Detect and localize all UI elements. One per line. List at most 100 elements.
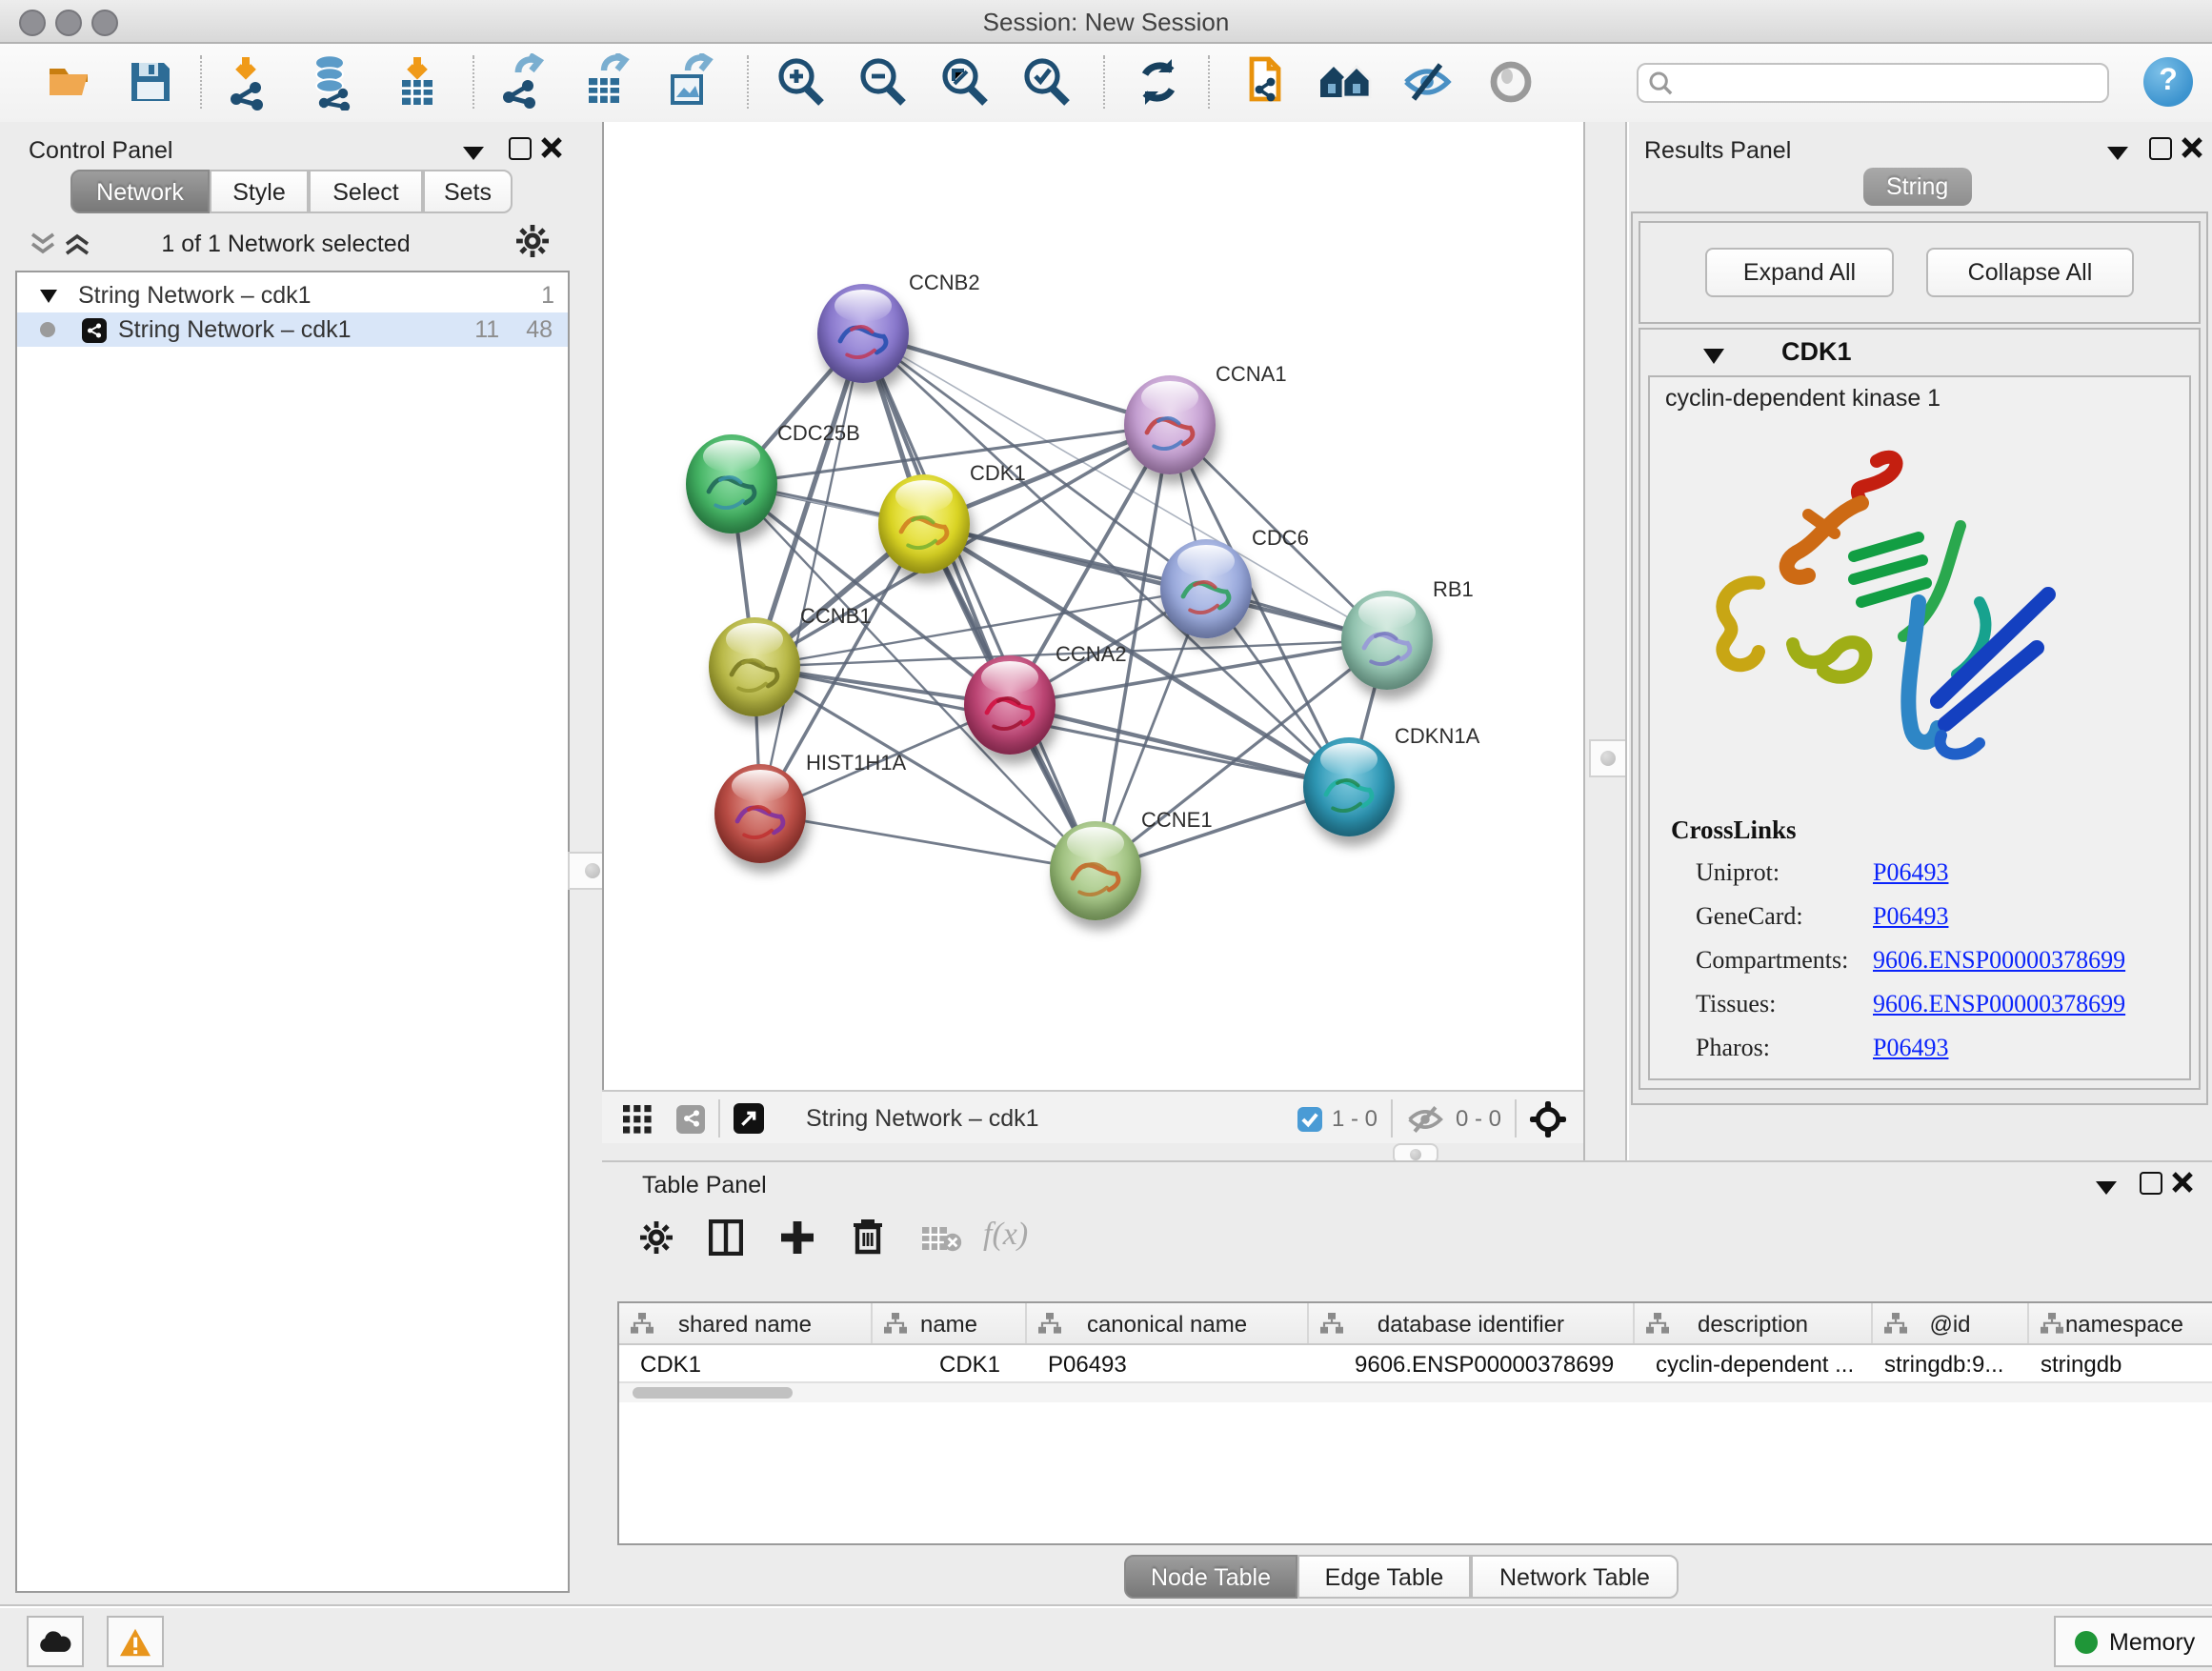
left-splitter[interactable] <box>581 122 602 1604</box>
function-builder-button[interactable]: f(x) <box>983 1216 1028 1254</box>
protein-thumbnail-icon <box>1050 829 1141 928</box>
network-node-ccnb2[interactable] <box>817 284 909 383</box>
column-header[interactable]: namespace <box>2029 1303 2212 1343</box>
tab-string[interactable]: String <box>1863 168 1971 206</box>
collapse-all-icon[interactable] <box>30 232 55 255</box>
zoom-fit-button[interactable] <box>932 50 996 114</box>
warnings-button[interactable] <box>107 1616 164 1667</box>
panel-float-icon[interactable] <box>2140 1172 2162 1195</box>
delete-table-icon[interactable] <box>922 1225 962 1252</box>
zoom-out-button[interactable] <box>850 50 915 114</box>
network-node-ccne1[interactable] <box>1050 821 1141 920</box>
save-session-button[interactable] <box>118 50 183 114</box>
protein-thumbnail-icon <box>964 663 1056 762</box>
column-header[interactable]: description <box>1635 1303 1873 1343</box>
cloud-status-button[interactable] <box>27 1616 84 1667</box>
right-splitter[interactable] <box>1583 122 1627 1160</box>
delete-trash-icon[interactable] <box>852 1218 884 1256</box>
panel-float-icon[interactable] <box>509 137 532 160</box>
table-horizontal-scrollbar[interactable] <box>619 1381 2212 1402</box>
inspect-lens-button[interactable] <box>1478 50 1543 114</box>
panel-close-icon[interactable] <box>2182 137 2202 158</box>
hide-panels-button[interactable] <box>1395 50 1459 114</box>
edge-count: 48 <box>526 316 553 343</box>
genecard-link[interactable]: P06493 <box>1873 901 1948 932</box>
tab-network-table[interactable]: Network Table <box>1471 1555 1679 1599</box>
right-splitter-handle[interactable] <box>1589 739 1627 777</box>
network-node-cdkn1a[interactable] <box>1303 737 1395 836</box>
add-column-plus-icon[interactable] <box>779 1219 815 1256</box>
import-network-icon <box>221 53 278 111</box>
network-node-cdk1[interactable] <box>878 474 970 574</box>
panel-close-icon[interactable] <box>541 137 562 158</box>
main-toolbar: ? <box>0 44 2212 124</box>
collapse-all-button[interactable]: Collapse All <box>1926 248 2134 297</box>
protein-thumbnail-icon <box>686 442 777 541</box>
panel-menu-icon[interactable] <box>2107 147 2128 160</box>
show-columns-icon[interactable] <box>709 1219 743 1256</box>
network-node-cdc6[interactable] <box>1160 539 1252 638</box>
search-input[interactable] <box>1680 68 2107 98</box>
tab-node-table[interactable]: Node Table <box>1124 1555 1297 1599</box>
column-header[interactable]: name <box>873 1303 1027 1343</box>
open-session-button[interactable] <box>38 50 103 114</box>
panel-close-icon[interactable] <box>2172 1172 2193 1193</box>
import-network-database-button[interactable] <box>301 50 366 114</box>
network-node-ccna1[interactable] <box>1124 375 1216 474</box>
export-network-button[interactable] <box>492 50 556 114</box>
uniprot-link[interactable]: P06493 <box>1873 857 1948 888</box>
gene-expander-icon[interactable] <box>1703 349 1724 364</box>
network-node-hist1h1a[interactable] <box>714 764 806 863</box>
gene-description: cyclin-dependent kinase 1 <box>1665 385 1941 412</box>
column-header[interactable]: @id <box>1873 1303 2029 1343</box>
export-image-button[interactable] <box>657 50 722 114</box>
panel-menu-icon[interactable] <box>2096 1181 2117 1195</box>
network-node-ccna2[interactable] <box>964 655 1056 755</box>
string-home-button[interactable] <box>1313 50 1377 114</box>
column-header[interactable]: shared name <box>619 1303 873 1343</box>
birds-eye-icon[interactable] <box>1530 1100 1566 1137</box>
selected-checkbox-icon[interactable] <box>1297 1106 1322 1131</box>
pharos-link[interactable]: P06493 <box>1873 1033 1948 1063</box>
memory-button[interactable]: Memory <box>2054 1616 2212 1667</box>
network-node-rb1[interactable] <box>1341 591 1433 690</box>
hidden-eye-icon[interactable] <box>1406 1104 1444 1133</box>
tab-select[interactable]: Select <box>309 170 423 213</box>
tab-style[interactable]: Style <box>210 170 309 213</box>
network-node-cdc25b[interactable] <box>686 434 777 534</box>
tissues-link[interactable]: 9606.ENSP00000378699 <box>1873 989 2125 1019</box>
zoom-selected-button[interactable] <box>1014 50 1078 114</box>
export-table-button[interactable] <box>573 50 638 114</box>
tab-sets[interactable]: Sets <box>423 170 513 213</box>
protein-thumbnail-icon <box>1124 383 1216 482</box>
grid-view-icon[interactable] <box>623 1104 652 1133</box>
zoom-in-button[interactable] <box>768 50 833 114</box>
tab-network[interactable]: Network <box>70 170 210 213</box>
gear-icon[interactable] <box>516 225 549 257</box>
scrollbar-thumb[interactable] <box>633 1387 793 1399</box>
column-header[interactable]: canonical name <box>1027 1303 1309 1343</box>
network-share-view-icon[interactable] <box>676 1104 705 1133</box>
compartments-link[interactable]: 9606.ENSP00000378699 <box>1873 945 2125 976</box>
open-in-window-icon[interactable] <box>734 1103 764 1134</box>
network-node-ccnb1[interactable] <box>709 617 800 716</box>
panel-float-icon[interactable] <box>2149 137 2172 160</box>
tree-expander-icon[interactable] <box>40 289 57 302</box>
help-button[interactable]: ? <box>2143 57 2193 107</box>
cell-id: stringdb:9... <box>1873 1345 2029 1381</box>
table-settings-gear-icon[interactable] <box>640 1221 673 1254</box>
node-label-cdc25b: CDC25B <box>777 423 860 446</box>
share-network-file-button[interactable] <box>1231 50 1296 114</box>
network-row[interactable]: String Network – cdk1 11 48 <box>17 312 568 347</box>
expand-all-button[interactable]: Expand All <box>1705 248 1894 297</box>
network-collection-row[interactable]: String Network – cdk1 1 <box>17 278 568 312</box>
table-row[interactable]: CDK1 CDK1 P06493 9606.ENSP00000378699 cy… <box>619 1345 2212 1381</box>
network-canvas[interactable]: CCNB2 CCNA1 CDC25B CDK1 CDC6 RB1 CCNB1 <box>602 122 1585 1090</box>
panel-menu-icon[interactable] <box>463 147 484 160</box>
import-table-file-button[interactable] <box>385 50 450 114</box>
expand-all-icon[interactable] <box>65 232 90 255</box>
tab-edge-table[interactable]: Edge Table <box>1297 1555 1471 1599</box>
import-network-file-button[interactable] <box>217 50 282 114</box>
column-header[interactable]: database identifier <box>1309 1303 1635 1343</box>
apply-layout-button[interactable] <box>1126 50 1191 114</box>
